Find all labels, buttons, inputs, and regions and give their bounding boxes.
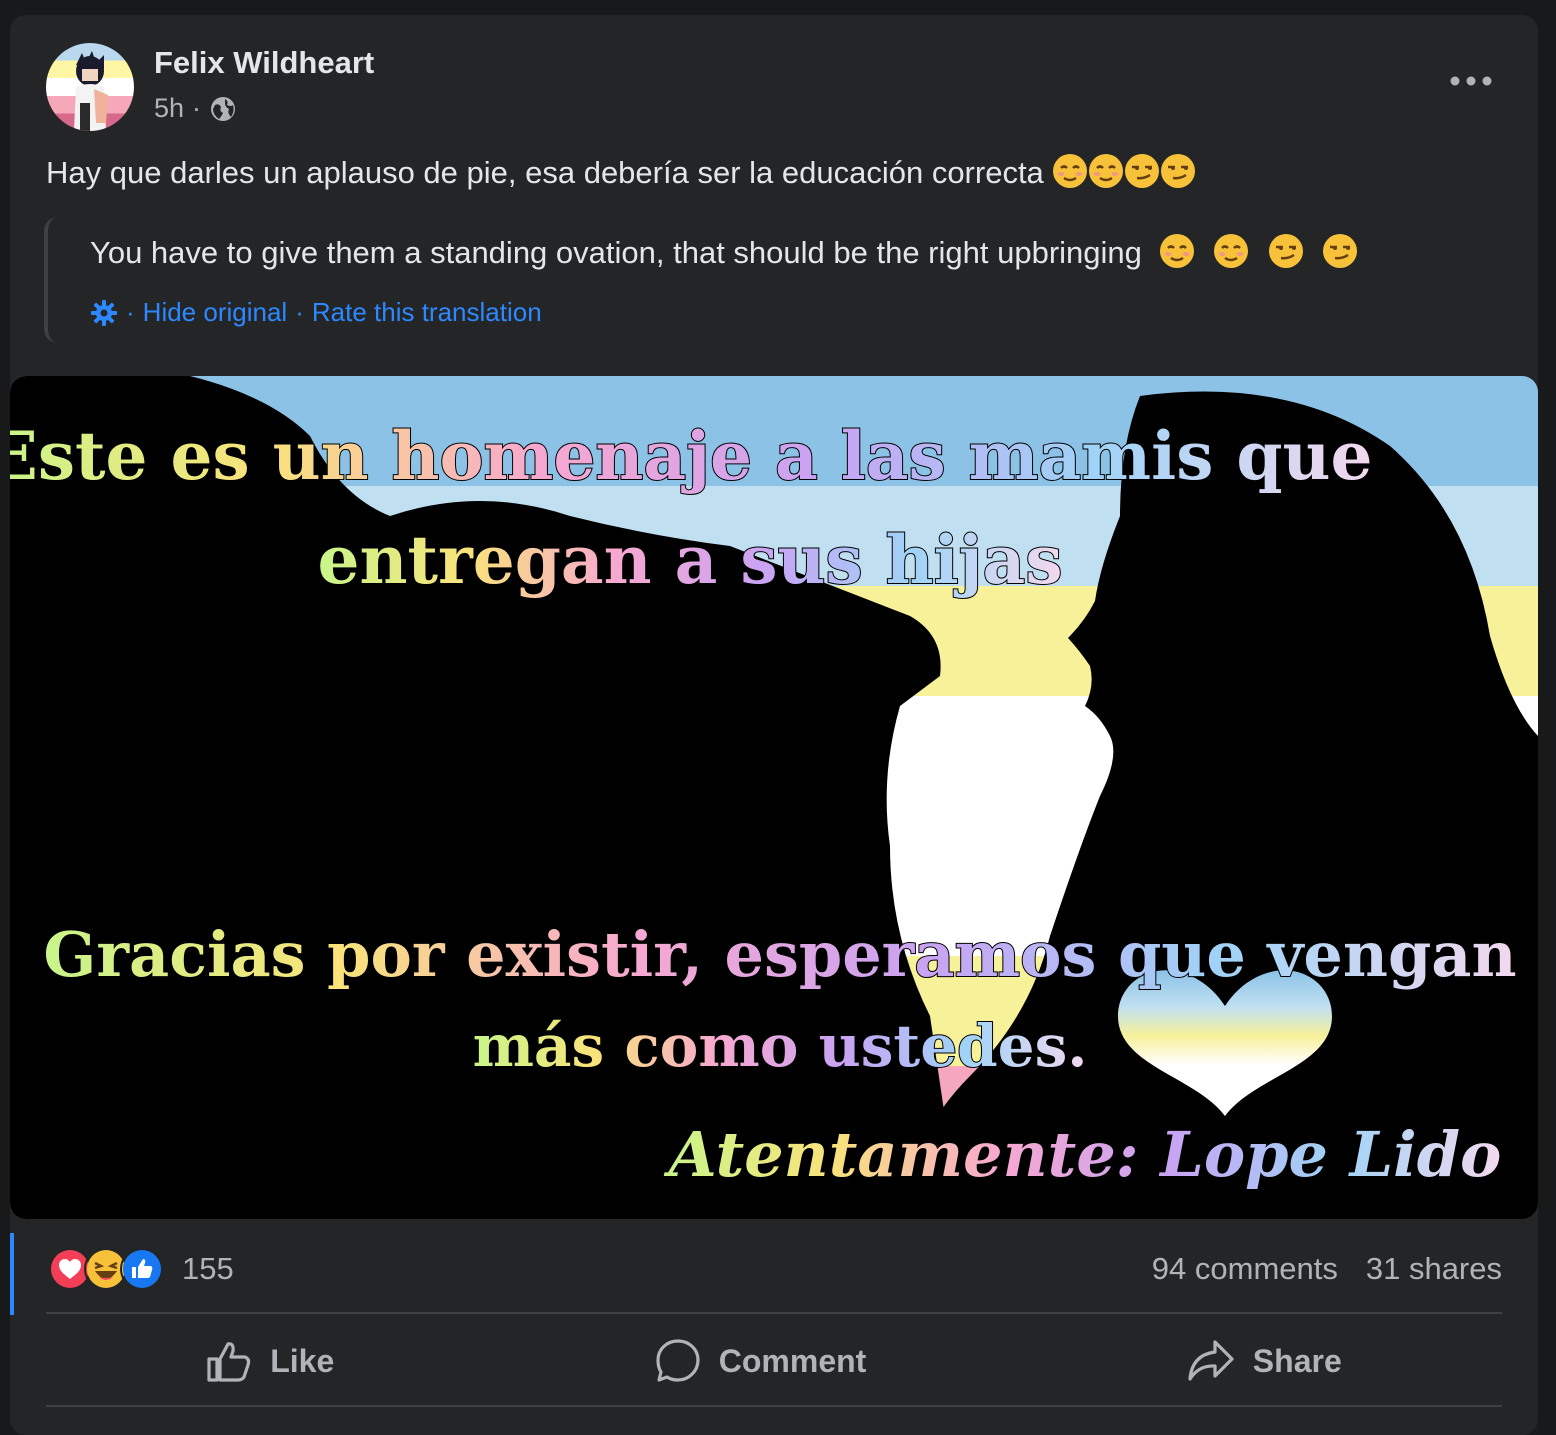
like-icon — [120, 1247, 164, 1291]
post-time[interactable]: 5h — [154, 93, 184, 124]
image-text-line3: Gracias por existir, esperamos que venga… — [43, 918, 1516, 991]
thumbs-up-icon — [207, 1342, 251, 1382]
globe-icon[interactable] — [209, 95, 237, 123]
translation-content: You have to give them a standing ovation… — [90, 235, 1142, 271]
share-button[interactable]: Share — [1187, 1339, 1342, 1383]
post-text: Hay que darles un aplauso de pie, esa de… — [46, 153, 1196, 197]
divider — [46, 1405, 1502, 1407]
reactions-summary[interactable] — [48, 1247, 164, 1291]
relieved-face-icon — [1088, 153, 1124, 197]
relieved-face-icon — [1159, 233, 1195, 277]
engagement-counts: 94 comments 31 shares — [1152, 1251, 1502, 1287]
avatar-figure-icon — [74, 51, 108, 131]
post-card: Felix Wildheart 5h · Hay que darles un a… — [10, 15, 1538, 1435]
like-button[interactable]: Like — [206, 1339, 334, 1383]
image-signature: Atentamente: Lope Lido — [664, 1118, 1502, 1191]
hide-original-link[interactable]: Hide original — [143, 297, 288, 328]
smirk-face-icon — [1322, 233, 1358, 277]
smirk-face-icon — [1160, 153, 1196, 197]
author-name[interactable]: Felix Wildheart — [154, 45, 374, 81]
comment-button[interactable]: Comment — [655, 1338, 867, 1384]
post-stats: 155 94 comments 31 shares — [10, 1219, 1538, 1315]
more-dots-icon — [1450, 76, 1492, 86]
translation-separator: · — [126, 297, 135, 327]
share-arrow-icon — [1188, 1340, 1234, 1381]
comment-label: Comment — [718, 1342, 867, 1379]
translation-text: You have to give them a standing ovation… — [90, 233, 1358, 277]
post-image[interactable]: Este es un homenaje a las mamis que entr… — [10, 376, 1538, 1219]
meta-separator: · — [192, 93, 202, 123]
comments-count[interactable]: 94 comments — [1152, 1251, 1338, 1287]
smirk-face-icon — [1268, 233, 1304, 277]
post-meta: 5h · — [154, 93, 237, 124]
translation-separator: · — [295, 297, 304, 327]
gear-icon[interactable] — [90, 299, 118, 327]
rate-translation-link[interactable]: Rate this translation — [312, 297, 542, 328]
share-label: Share — [1252, 1342, 1342, 1379]
shares-count[interactable]: 31 shares — [1366, 1251, 1502, 1287]
avatar[interactable] — [46, 43, 134, 131]
action-bar: Like Comment Share — [46, 1315, 1502, 1407]
focus-accent — [10, 1233, 14, 1315]
post-text-content: Hay que darles un aplauso de pie, esa de… — [46, 155, 1044, 191]
translation-actions: · Hide original · Rate this translation — [90, 297, 542, 328]
relieved-face-icon — [1052, 153, 1088, 197]
relieved-face-icon — [1213, 233, 1249, 277]
like-label: Like — [270, 1342, 335, 1379]
smirk-face-icon — [1124, 153, 1160, 197]
image-text-line1: Este es un homenaje a las mamis que — [10, 417, 1372, 495]
post-image-graphic: Este es un homenaje a las mamis que entr… — [10, 376, 1538, 1219]
more-options-button[interactable] — [1448, 71, 1494, 91]
divider — [46, 1312, 1502, 1314]
image-text-line2: entregan a sus hijas — [318, 521, 1063, 599]
image-text-line4: más como ustedes. — [473, 1012, 1088, 1080]
comment-bubble-icon — [656, 1339, 700, 1382]
reaction-count[interactable]: 155 — [182, 1251, 234, 1287]
